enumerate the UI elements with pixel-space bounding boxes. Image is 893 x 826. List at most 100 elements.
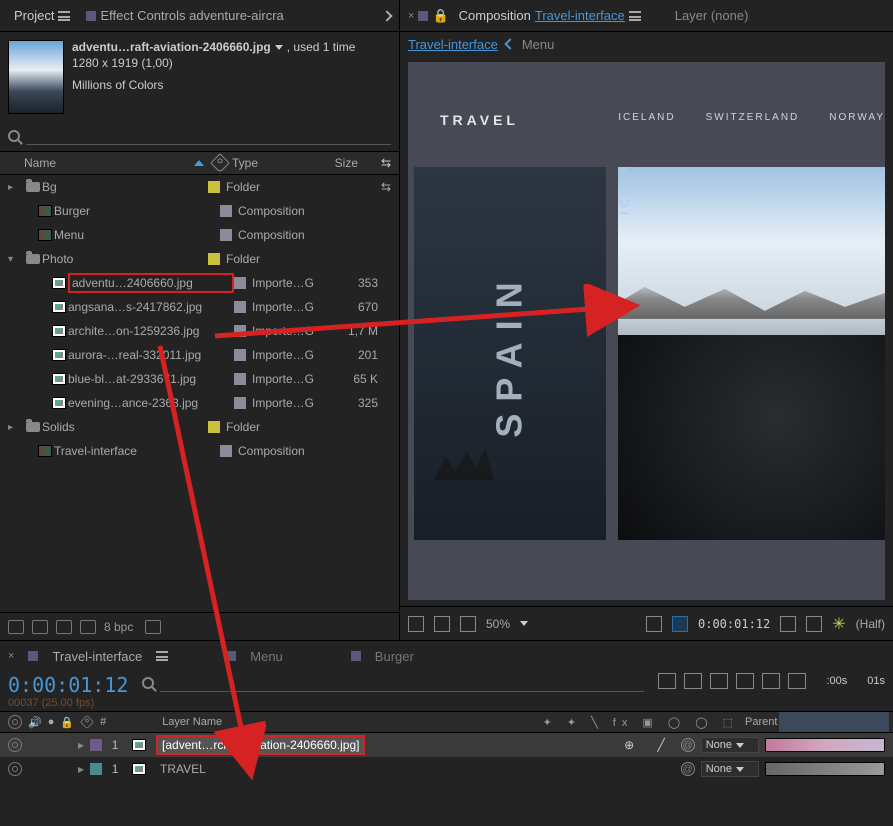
time-ruler[interactable]: :00s 01s — [826, 675, 885, 687]
layer-tab[interactable]: Layer (none) — [675, 8, 749, 23]
label-swatch[interactable] — [234, 373, 246, 385]
vr-icon[interactable] — [460, 616, 476, 632]
project-row[interactable]: angsana…s-2417862.jpgImporte…G670 — [0, 295, 399, 319]
timeline-layer-row[interactable]: ▸1TRAVEL@None — [0, 757, 893, 781]
effect-controls-tab[interactable]: Effect Controls adventure-aircra — [80, 6, 289, 25]
layer-switches[interactable]: ⊕ ╱ — [624, 738, 675, 752]
bpc-label[interactable]: 8 bpc — [104, 620, 133, 634]
graph-editor-icon[interactable] — [762, 673, 780, 689]
col-type[interactable]: Type — [232, 156, 318, 170]
project-row[interactable]: aurora-…real-332011.jpgImporte…G201 — [0, 343, 399, 367]
composition-viewport[interactable]: TRAVEL ICELAND SWITZERLAND NORWAY SPAIN … — [408, 62, 885, 600]
overflow-icon[interactable] — [381, 10, 392, 21]
label-swatch[interactable] — [208, 421, 220, 433]
trash-icon[interactable] — [145, 620, 161, 634]
project-row[interactable]: Travel-interfaceComposition — [0, 439, 399, 463]
flow-active[interactable]: Travel-interface — [408, 37, 498, 52]
chevron-left-icon[interactable] — [504, 38, 515, 49]
project-tab[interactable]: Project — [8, 6, 76, 25]
parent-pickwhip-icon[interactable]: @ — [681, 738, 695, 752]
panel-menu-icon[interactable] — [58, 11, 70, 21]
work-area-bar[interactable] — [779, 712, 889, 732]
project-row[interactable]: BurgerComposition — [0, 199, 399, 223]
disclosure-icon[interactable]: ▸ — [8, 182, 24, 193]
timeline-current-time[interactable]: 0:00:01:12 — [8, 673, 128, 697]
close-tab-icon[interactable]: × — [408, 10, 414, 22]
col-size[interactable]: Size — [318, 156, 358, 170]
viewer-zoom[interactable]: 50% — [486, 617, 510, 631]
channel-icon[interactable] — [806, 616, 822, 632]
layer-label-swatch[interactable] — [90, 739, 102, 751]
project-row[interactable]: ▾PhotoFolder — [0, 247, 399, 271]
label-swatch[interactable] — [234, 325, 246, 337]
draft3d-icon[interactable] — [684, 673, 702, 689]
label-swatch[interactable] — [234, 277, 246, 289]
color-mgmt-icon[interactable]: ✳ — [832, 614, 845, 634]
lock-column-icon[interactable]: 🔒 — [60, 716, 74, 729]
label-column-icon[interactable] — [80, 715, 94, 729]
viewer-quality[interactable]: (Half) — [856, 617, 885, 631]
label-swatch[interactable] — [220, 229, 232, 241]
flowchart-icon[interactable]: ⇆ — [381, 156, 391, 170]
flow-parent[interactable]: Menu — [522, 37, 555, 52]
new-folder-icon[interactable] — [32, 620, 48, 634]
lock-icon[interactable]: 🔒 — [432, 8, 448, 24]
label-swatch[interactable] — [208, 181, 220, 193]
layer-track[interactable] — [765, 762, 885, 776]
viewer-time[interactable]: 0:00:01:12 — [698, 617, 770, 631]
display-icon[interactable] — [434, 616, 450, 632]
dropdown-icon[interactable] — [275, 45, 283, 50]
timeline-layer-row[interactable]: ▸1[advent…rcraft-aviation-2406660.jpg]⊕ … — [0, 733, 893, 757]
project-item-thumbnail[interactable] — [8, 40, 64, 114]
project-row[interactable]: blue-bl…at-2933671.jpgImporte…G65 K — [0, 367, 399, 391]
interpret-footage-icon[interactable] — [8, 620, 24, 634]
magnify-icon[interactable] — [408, 616, 424, 632]
dropdown-icon[interactable] — [520, 621, 528, 626]
comp-mini-flowchart-icon[interactable] — [658, 673, 676, 689]
panel-menu-icon[interactable] — [156, 651, 168, 661]
switches-column-icons[interactable]: ✦ ✦ ╲ fx ▣ ◯ ◯ ⬚ — [543, 716, 739, 729]
timeline-search-input[interactable] — [160, 673, 644, 692]
label-swatch[interactable] — [234, 349, 246, 361]
project-row[interactable]: archite…on-1259236.jpgImporte…G1,7 M — [0, 319, 399, 343]
project-search-input[interactable] — [26, 126, 391, 145]
timeline-tab[interactable]: Burger — [375, 649, 414, 664]
project-row[interactable]: MenuComposition — [0, 223, 399, 247]
composition-tab[interactable]: Composition Travel-interface — [453, 6, 647, 25]
layer-name[interactable]: TRAVEL — [156, 761, 210, 777]
disclosure-icon[interactable]: ▸ — [8, 422, 24, 433]
project-row[interactable]: evening…ance-2363.jpgImporte…G325 — [0, 391, 399, 415]
row-flow-icon[interactable]: ⇆ — [381, 180, 391, 194]
disclosure-icon[interactable]: ▸ — [78, 738, 84, 752]
close-tab-icon[interactable]: × — [8, 650, 14, 662]
label-swatch[interactable] — [220, 205, 232, 217]
project-settings-icon[interactable] — [80, 620, 96, 634]
disclosure-icon[interactable]: ▸ — [78, 762, 84, 776]
project-row[interactable]: ▸SolidsFolder — [0, 415, 399, 439]
layer-name[interactable]: [advent…rcraft-aviation-2406660.jpg] — [156, 735, 365, 755]
parent-pickwhip-icon[interactable]: @ — [681, 762, 695, 776]
layer-track[interactable] — [765, 738, 885, 752]
new-comp-icon[interactable] — [56, 620, 72, 634]
label-column-icon[interactable] — [210, 153, 230, 173]
visibility-toggle[interactable] — [8, 762, 22, 776]
label-swatch[interactable] — [208, 253, 220, 265]
timeline-tab[interactable]: Travel-interface — [52, 649, 142, 664]
layer-label-swatch[interactable] — [90, 763, 102, 775]
label-swatch[interactable] — [234, 301, 246, 313]
project-row[interactable]: adventu…2406660.jpgImporte…G353 — [0, 271, 399, 295]
panel-menu-icon[interactable] — [629, 11, 641, 21]
snapshot-icon[interactable] — [780, 616, 796, 632]
disclosure-icon[interactable]: ▾ — [8, 254, 24, 265]
visibility-column-icon[interactable] — [8, 715, 22, 729]
timeline-tab[interactable]: Menu — [250, 649, 283, 664]
parent-dropdown[interactable]: None — [701, 761, 759, 777]
snap-icon[interactable] — [788, 673, 806, 689]
layer-name-column[interactable]: Layer Name — [162, 716, 222, 728]
mask-toggle-icon[interactable] — [672, 616, 688, 632]
solo-column-icon[interactable]: ● — [48, 716, 55, 728]
sort-asc-icon[interactable] — [194, 160, 204, 166]
parent-dropdown[interactable]: None — [701, 737, 759, 753]
audio-column-icon[interactable]: 🔊 — [28, 716, 42, 729]
motion-blur-icon[interactable] — [736, 673, 754, 689]
